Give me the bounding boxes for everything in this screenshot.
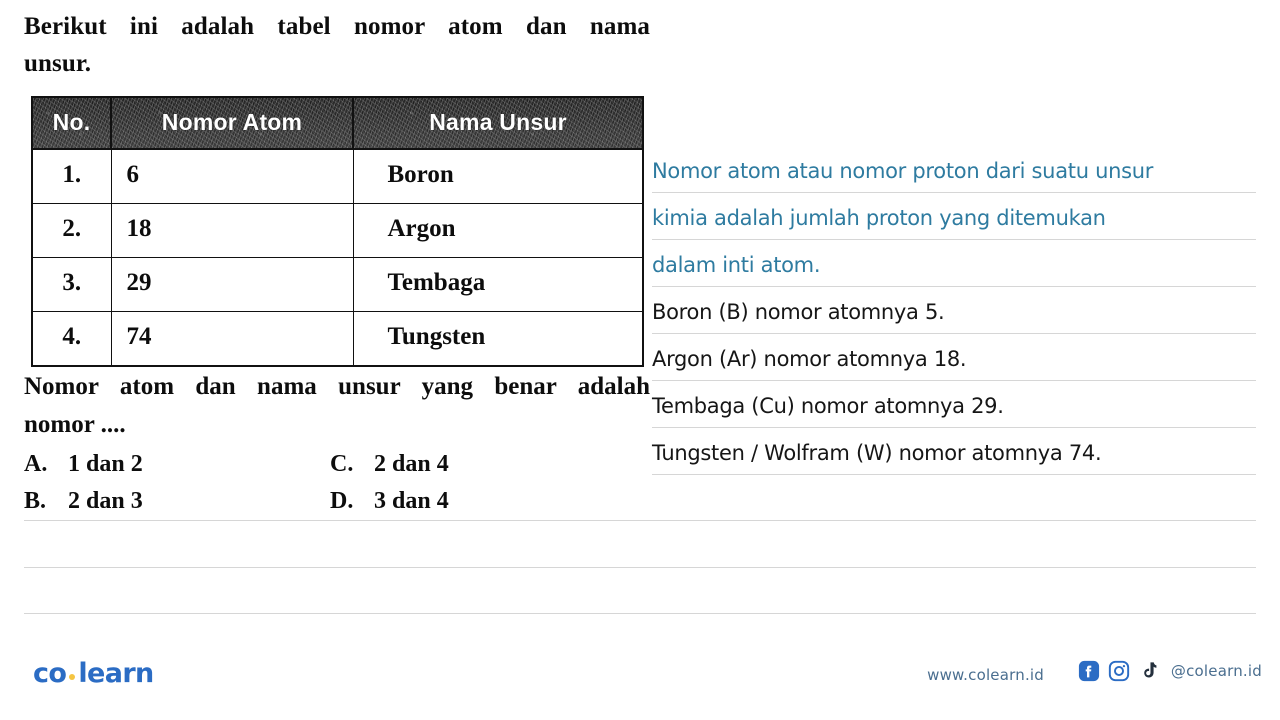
colearn-logo[interactable]: co learn [33,658,154,689]
social-links: @colearn.id [1078,660,1262,682]
cell-no: 4. [31,311,112,367]
social-handle: @colearn.id [1170,662,1262,680]
table-row: 4. 74 Tungsten [31,311,644,367]
option-c-key: C. [330,451,354,477]
cell-no: 1. [31,148,112,204]
question-intro-line-1: Berikut ini adalah tabel nomor atom dan … [24,13,650,40]
answer-line-5: Argon (Ar) nomor atomnya 18. [652,347,967,371]
facebook-icon[interactable] [1078,660,1100,682]
option-a-text: 1 dan 2 [68,451,143,477]
answer-options: A. 1 dan 2 C. 2 dan 4 B. 2 dan 3 D. 3 da… [24,446,644,520]
cell-nomor-atom: 6 [110,148,354,204]
logo-text-co: co [33,658,67,689]
answer-line-2: kimia adalah jumlah proton yang ditemuka… [652,206,1106,230]
tiktok-icon[interactable] [1138,660,1160,682]
option-a-key: A. [24,451,48,477]
table-row: 2. 18 Argon [31,203,644,258]
table-header-row: No. Nomor Atom Nama Unsur [31,96,644,150]
cell-nama-unsur: Boron [352,148,644,204]
website-url[interactable]: www.colearn.id [927,666,1044,684]
cell-no: 2. [31,203,112,258]
answer-line-4: Boron (B) nomor atomnya 5. [652,300,945,324]
question-stem-line-2: nomor .... [24,411,126,438]
footer: co learn www.colearn.id @colearn.id [0,640,1280,720]
logo-text-learn: learn [78,658,154,689]
option-d-text: 3 dan 4 [374,488,449,514]
cell-nomor-atom: 29 [110,257,354,312]
answer-line-7: Tungsten / Wolfram (W) nomor atomnya 74. [652,441,1102,465]
cell-nama-unsur: Tungsten [352,311,644,367]
option-b-text: 2 dan 3 [68,488,143,514]
question-intro: Berikut ini adalah tabel nomor atom dan … [24,8,650,82]
table-row: 1. 6 Boron [31,148,644,204]
option-row: B. 2 dan 3 D. 3 dan 4 [24,483,644,520]
answer-line-6: Tembaga (Cu) nomor atomnya 29. [652,394,1004,418]
question-intro-line-2: unsur. [24,50,92,77]
atom-table: No. Nomor Atom Nama Unsur 1. 6 Boron 2. … [31,96,644,367]
cell-nama-unsur: Argon [352,203,644,258]
question-stem-line-1: Nomor atom dan nama unsur yang benar ada… [24,373,650,400]
table-header-nomor-atom: Nomor Atom [110,96,354,150]
answer-line-1: Nomor atom atau nomor proton dari suatu … [652,159,1154,183]
table-row: 3. 29 Tembaga [31,257,644,312]
question-stem: Nomor atom dan nama unsur yang benar ada… [24,368,650,444]
option-a[interactable]: A. 1 dan 2 [24,451,330,478]
table-header-nama-unsur: Nama Unsur [352,96,644,150]
table-header-no: No. [31,96,112,150]
option-d-key: D. [330,488,354,514]
option-c[interactable]: C. 2 dan 4 [330,451,449,478]
rule-line [24,613,1256,614]
option-c-text: 2 dan 4 [374,451,449,477]
instagram-icon[interactable] [1108,660,1130,682]
question-pane: Berikut ini adalah tabel nomor atom dan … [0,0,652,540]
cell-nomor-atom: 18 [110,203,354,258]
option-b[interactable]: B. 2 dan 3 [24,488,330,515]
rule-line [24,567,1256,568]
logo-dot-icon [69,673,76,680]
cell-nomor-atom: 74 [110,311,354,367]
cell-no: 3. [31,257,112,312]
cell-nama-unsur: Tembaga [352,257,644,312]
option-row: A. 1 dan 2 C. 2 dan 4 [24,446,644,483]
answer-line-3: dalam inti atom. [652,253,821,277]
answer-pane: Nomor atom atau nomor proton dari suatu … [652,0,1280,540]
option-d[interactable]: D. 3 dan 4 [330,488,449,515]
option-b-key: B. [24,488,47,514]
